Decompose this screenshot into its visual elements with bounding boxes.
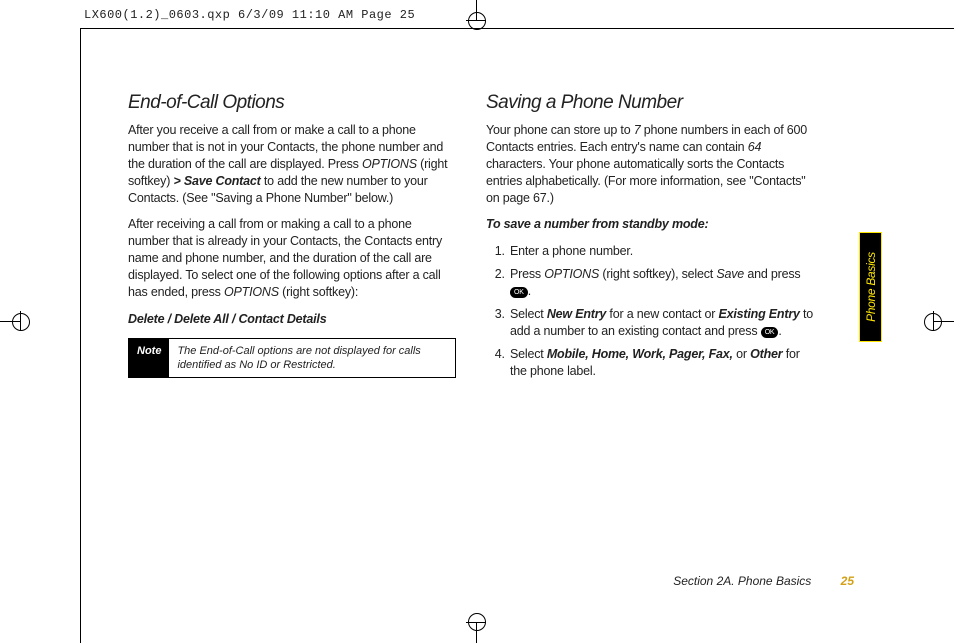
crop-mark <box>12 313 30 331</box>
heading-saving-number: Saving a Phone Number <box>486 92 814 114</box>
left-column: End-of-Call Options After you receive a … <box>128 92 456 385</box>
options-list: Delete / Delete All / Contact Details <box>128 311 456 328</box>
crop-mark <box>468 613 486 631</box>
side-tab-phone-basics: Phone Basics <box>859 232 882 342</box>
print-slug: LX600(1.2)_0603.qxp 6/3/09 11:10 AM Page… <box>84 8 415 22</box>
step-4: Select Mobile, Home, Work, Pager, Fax, o… <box>508 346 814 380</box>
trim-line <box>80 28 81 643</box>
body-text: Your phone can store up to 7 phone numbe… <box>486 122 814 206</box>
trim-line <box>80 28 954 29</box>
note-text: The End-of-Call options are not displaye… <box>169 339 455 378</box>
section-label: Section 2A. Phone Basics <box>673 574 811 588</box>
ok-key-icon: OK <box>510 287 528 298</box>
ok-key-icon: OK <box>761 327 779 338</box>
note-box: Note The End-of-Call options are not dis… <box>128 338 456 379</box>
heading-end-of-call: End-of-Call Options <box>128 92 456 114</box>
body-text: After receiving a call from or making a … <box>128 216 456 300</box>
steps-list: Enter a phone number. Press OPTIONS (rig… <box>486 243 814 379</box>
step-2: Press OPTIONS (right softkey), select Sa… <box>508 266 814 300</box>
body-text: After you receive a call from or make a … <box>128 122 456 206</box>
note-label: Note <box>129 339 169 378</box>
step-1: Enter a phone number. <box>508 243 814 260</box>
step-3: Select New Entry for a new contact or Ex… <box>508 306 814 340</box>
procedure-heading: To save a number from standby mode: <box>486 216 814 233</box>
crop-mark <box>924 313 942 331</box>
page-number: 25 <box>841 574 854 588</box>
page-footer: Section 2A. Phone Basics 25 <box>673 574 854 588</box>
right-column: Saving a Phone Number Your phone can sto… <box>486 92 814 385</box>
